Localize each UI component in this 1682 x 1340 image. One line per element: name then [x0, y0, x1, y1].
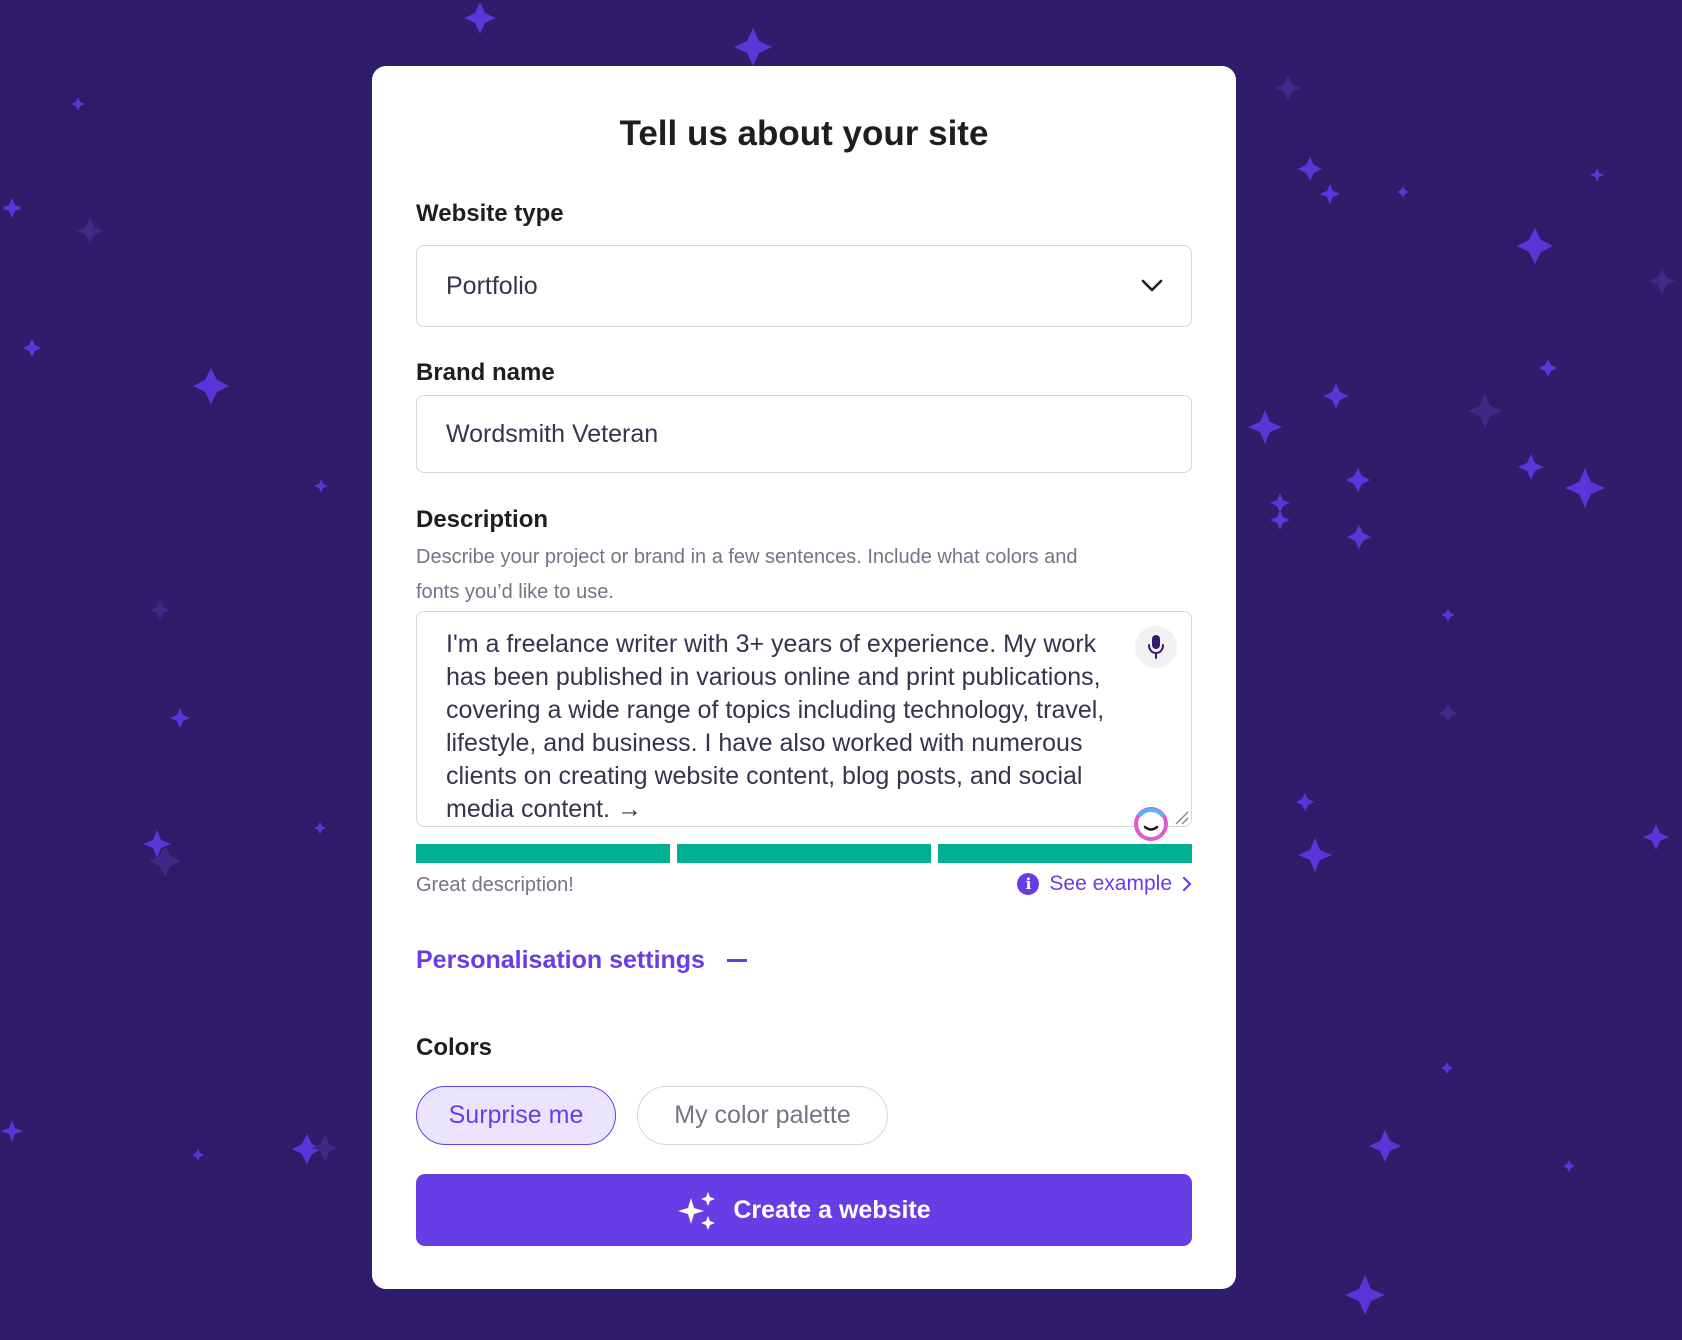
star-shape	[2, 198, 22, 218]
star-shape	[1298, 157, 1322, 181]
star-shape	[1369, 1130, 1401, 1162]
see-example-label: See example	[1049, 872, 1172, 895]
star-shape	[1539, 359, 1557, 377]
page-title: Tell us about your site	[619, 114, 989, 153]
star-shape	[464, 2, 496, 34]
see-example-link[interactable]: i See example	[1017, 872, 1192, 896]
quality-segment	[938, 844, 1192, 863]
sparkles-icon	[678, 1192, 716, 1230]
chevron-right-icon	[1182, 876, 1192, 892]
star-shape	[312, 1135, 338, 1161]
star-shape	[1298, 838, 1332, 872]
quality-segment	[416, 844, 670, 863]
star-shape	[1643, 824, 1669, 850]
quality-status-text: Great description!	[416, 874, 574, 896]
description-label: Description	[416, 506, 549, 533]
brand-name-value: Wordsmith Veteran	[446, 419, 659, 448]
star-shape	[1270, 510, 1290, 530]
minus-icon	[726, 959, 747, 962]
star-shape	[1248, 410, 1282, 444]
star-shape	[1397, 186, 1409, 198]
star-shape	[1441, 1062, 1453, 1074]
star-shape	[1565, 468, 1605, 508]
star-shape	[1563, 1160, 1575, 1172]
personalisation-settings-label: Personalisation settings	[416, 946, 705, 974]
website-type-label: Website type	[416, 200, 564, 227]
star-shape	[1275, 75, 1301, 101]
star-shape	[1468, 394, 1502, 428]
description-quality-meter	[416, 844, 1192, 863]
site-setup-card: Tell us about your site Website type Por…	[372, 66, 1236, 1289]
star-shape	[1590, 168, 1604, 182]
star-shape	[314, 822, 326, 834]
arrow-icon: →	[616, 795, 642, 823]
star-shape	[77, 218, 103, 244]
star-shape	[734, 28, 772, 66]
brand-name-input[interactable]: Wordsmith Veteran	[416, 395, 1192, 473]
description-value: I'm a freelance writer with 3+ years of …	[446, 630, 1105, 823]
star-shape	[192, 1149, 204, 1161]
star-shape	[1649, 268, 1675, 294]
grammarly-icon[interactable]	[1130, 804, 1172, 844]
create-website-label: Create a website	[733, 1195, 931, 1224]
personalisation-settings-toggle[interactable]: Personalisation settings	[416, 946, 747, 975]
star-shape	[1345, 1275, 1385, 1315]
star-shape	[71, 97, 85, 111]
star-shape	[314, 479, 328, 493]
star-shape	[1441, 608, 1455, 622]
resize-handle-icon[interactable]	[1172, 808, 1190, 826]
info-icon: i	[1017, 873, 1040, 895]
my-color-palette-chip[interactable]: My color palette	[637, 1086, 888, 1145]
website-type-select[interactable]: Portfolio	[416, 245, 1192, 327]
star-shape	[1517, 228, 1553, 264]
star-shape	[1518, 454, 1544, 480]
star-shape	[150, 600, 170, 620]
surprise-me-chip[interactable]: Surprise me	[416, 1086, 616, 1145]
star-shape	[1296, 793, 1314, 811]
website-type-value: Portfolio	[446, 271, 538, 300]
star-shape	[1347, 525, 1371, 549]
star-shape	[193, 368, 229, 404]
colors-label: Colors	[416, 1034, 493, 1061]
microphone-button[interactable]	[1135, 626, 1177, 668]
star-shape	[23, 339, 41, 357]
description-help-text: Describe your project or brand in a few …	[416, 546, 1078, 603]
star-shape	[1323, 383, 1349, 409]
create-website-button[interactable]: Create a website	[416, 1174, 1192, 1246]
brand-name-label: Brand name	[416, 359, 555, 386]
star-shape	[1346, 468, 1370, 492]
microphone-icon	[1148, 635, 1164, 659]
star-shape	[170, 708, 190, 728]
quality-segment	[677, 844, 931, 863]
star-shape	[1438, 703, 1458, 723]
star-shape	[1, 1120, 23, 1142]
chevron-down-icon	[1141, 279, 1163, 292]
description-textarea[interactable]: I'm a freelance writer with 3+ years of …	[416, 611, 1192, 827]
star-shape	[1320, 184, 1340, 204]
